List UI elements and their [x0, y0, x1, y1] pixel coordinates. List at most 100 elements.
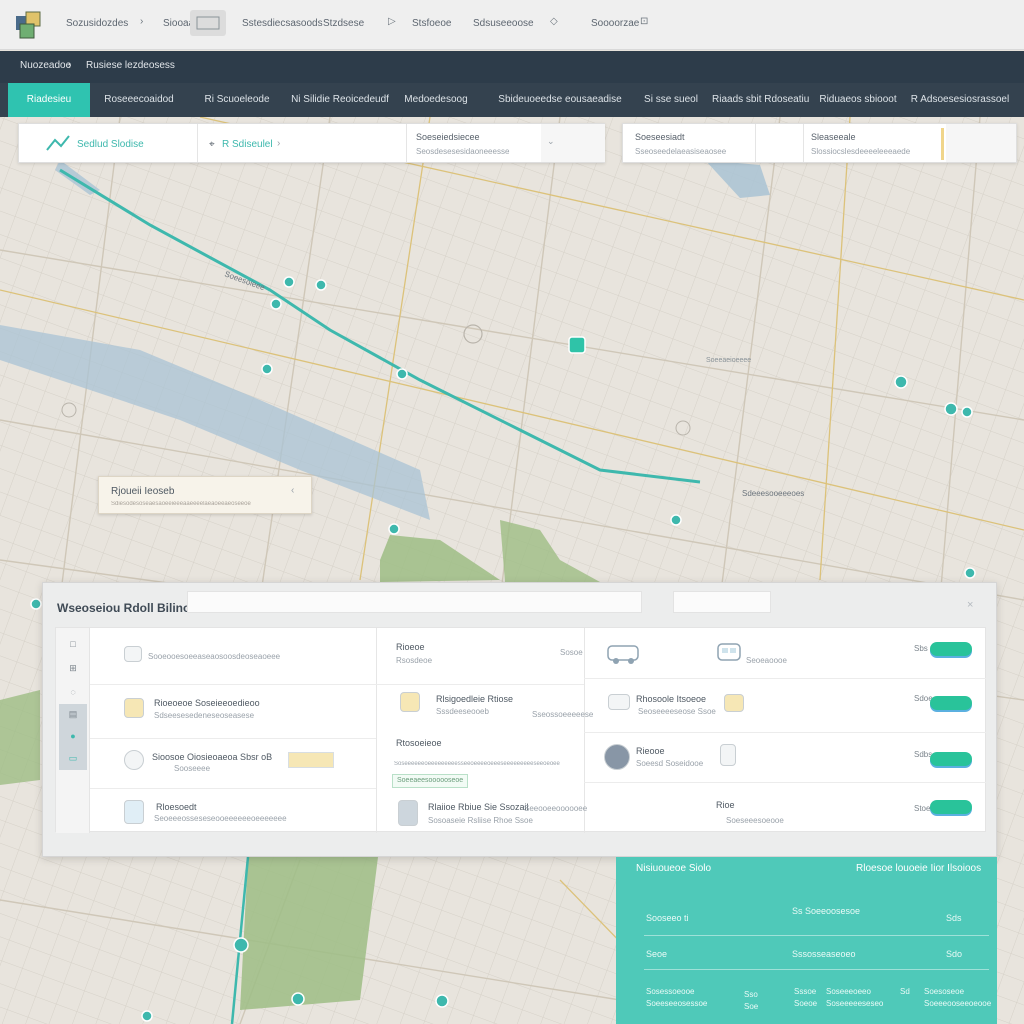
top-menu-item[interactable]: Stsfoeoe	[412, 18, 451, 29]
list-item-title: Rioeoeoe Soseieeoedieoo	[154, 698, 260, 708]
ticket-icon	[124, 698, 144, 718]
list-item-title: Rieooe	[636, 746, 665, 756]
stats-footer-label: Sssoe	[794, 987, 817, 996]
results-search-input[interactable]	[187, 591, 642, 613]
list-item-sub: Sdseesesedeneseoseasese	[154, 711, 255, 720]
date-field-label: Soeseiedsiecee	[416, 132, 480, 142]
route-search-card: Sedlud Slodise ⌖ R Sdiseulel › Soeseieds…	[18, 123, 605, 163]
bus-icon	[607, 645, 639, 664]
stats-row-label: Seoe	[646, 949, 668, 959]
list-item-title: Rtosoeieoe	[396, 738, 442, 748]
play-icon[interactable]: ▷	[388, 16, 396, 27]
window-icon[interactable]: ⊡	[640, 16, 648, 27]
divider	[406, 124, 407, 162]
top-menu-item[interactable]: Soooorzae	[591, 18, 639, 29]
stats-footer-value: Soe	[744, 1002, 759, 1011]
tab[interactable]: Riaads sbit Rdoseatiu	[712, 83, 809, 117]
stats-footer-label: Sd	[900, 987, 910, 996]
swap-icon[interactable]: ›	[277, 138, 280, 149]
tab[interactable]: Ni Silidie Reoicedeudf	[290, 83, 390, 117]
panel-close-icon[interactable]: ×	[967, 599, 973, 611]
divider	[803, 124, 804, 162]
app-logo-icon[interactable]	[14, 10, 44, 40]
list-item-meta: Seeooeeoooooee	[524, 804, 588, 813]
tab[interactable]: R Adsoesesiosrassoel	[908, 83, 1012, 117]
divider	[584, 678, 986, 679]
fare-pill[interactable]	[930, 752, 972, 766]
options-button[interactable]: ⌄	[541, 124, 605, 162]
divider	[90, 684, 376, 685]
top-menu-item[interactable]: Stzdsese	[323, 18, 364, 29]
stats-row-num: Sds	[946, 913, 962, 923]
tab[interactable]: Sbideuoeedse eousaeadise	[495, 83, 625, 117]
tab[interactable]: Riduaeos sbiooot	[818, 83, 898, 117]
train-icon	[717, 643, 741, 661]
list-item-title: Sooeooesoeeaseaosoosdeoseaoeee	[148, 652, 281, 661]
filter-label: Soeseesiadt	[635, 132, 685, 142]
map-callout[interactable]: Rjoueii Ieoseb Sdiesodesoseaesaoeeieeeaa…	[98, 476, 312, 514]
tab[interactable]: Roseeecoaidod	[100, 83, 178, 117]
divider	[584, 732, 986, 733]
stats-row-label: Sooseeo ti	[646, 913, 689, 923]
rail-card-icon[interactable]: ▭	[59, 748, 87, 770]
origin-input[interactable]: Sedlud Slodise	[77, 139, 144, 150]
device-icon	[720, 744, 736, 766]
callout-close-icon[interactable]: ‹	[291, 485, 294, 496]
list-item-sub: Seoeeeosseseseooeeeeeeoeeeeeee	[154, 814, 287, 823]
callout-subtitle: Sdiesodesoseaesaoeeieeeaaeeeelaeaoeeaeos…	[111, 501, 251, 507]
pin-icon: ⌖	[209, 139, 215, 150]
fare-pill[interactable]	[930, 642, 972, 656]
map-view-toggle-button[interactable]	[190, 10, 226, 36]
chevron-right-icon: ›	[140, 16, 144, 27]
list-item-sub: Seoseeeeseose Ssoe	[638, 707, 716, 716]
filter-value[interactable]: Sseoseedelaeasiseaosee	[635, 147, 726, 156]
stats-footer-value: Soeoe	[794, 999, 818, 1008]
divider	[90, 788, 376, 789]
breadcrumb[interactable]: Nuozeadoe	[20, 60, 71, 71]
date-field-value[interactable]: Seosdesesesidaoneeesse	[416, 147, 509, 156]
ticket-icon	[724, 694, 744, 712]
filter-apply-button[interactable]	[946, 124, 1016, 162]
list-item-sub: Sosoaseie Rsliise Rhoe Ssoe	[428, 816, 533, 825]
stats-row-value: Ss Soeeoosesoe	[792, 906, 861, 916]
chevron-right-icon: ›	[68, 60, 72, 71]
tab[interactable]: Ri Scuoeleode	[198, 83, 276, 117]
diamond-icon[interactable]: ◇	[550, 16, 558, 27]
divider	[90, 738, 376, 739]
filter-card: Soeseesiadt Sseoseedelaeasiseaosee Sleas…	[622, 123, 1017, 163]
ticket-icon	[400, 692, 420, 712]
tab[interactable]: Medoedesoog	[400, 83, 472, 117]
stats-footer-label: Sosessoeooe	[646, 987, 695, 996]
rail-circle-icon[interactable]: ◌	[59, 682, 87, 704]
destination-input[interactable]: R Sdiseulel	[222, 139, 273, 150]
divider	[376, 684, 584, 685]
rail-dot-icon[interactable]: ●	[59, 726, 87, 748]
fare-pill[interactable]	[930, 800, 972, 814]
top-menu-item[interactable]: Sdsuseeoose	[473, 18, 534, 29]
stats-header-left: Nisiuoueoe Siolo	[636, 863, 712, 874]
results-panel: Wseoseiou Rdoll Bilinouol × □ ⊞ ◌ ▤ ● ▭ …	[42, 582, 997, 857]
list-item-title: Sioosoe Oiosieoaeoa Sbsr oB	[152, 752, 273, 762]
status-badge: Soeeaeesoooooseoe	[392, 774, 469, 788]
list-item-title: Rloesoedt	[156, 802, 197, 812]
filter-value[interactable]: Slossiocslesdeeeeleeeaede	[811, 147, 910, 156]
rail-grid-icon[interactable]: ⊞	[59, 658, 87, 680]
top-bar: Sozusidozdes › Siooaate Sstesdiecsasoods…	[0, 0, 1024, 50]
fare-pill[interactable]	[930, 696, 972, 710]
rail-table-icon[interactable]: ▤	[59, 704, 87, 726]
divider	[584, 628, 585, 833]
results-filter-input[interactable]	[673, 591, 771, 613]
rail-list-icon[interactable]: □	[59, 634, 87, 656]
list-item-title: Rlaiioe Rbiue Sie Ssozail	[428, 802, 529, 812]
top-menu-item[interactable]: Sozusidozdes	[66, 18, 128, 29]
stats-row-value: Sssosseaseoeo	[792, 949, 856, 959]
top-menu-item[interactable]: Sstesdiecsasoods	[242, 18, 323, 29]
tab[interactable]: Si sse sueol	[640, 83, 702, 117]
stats-header-right: Rloesoe louoeie Iior Ilsoioos	[856, 863, 982, 874]
list-item-sub: Soeesd Soseidooe	[636, 759, 704, 768]
badge-icon	[288, 752, 334, 768]
tab-overview[interactable]: Riadesieu	[8, 83, 90, 117]
breadcrumb-bar: Nuozeadoe › Rusiese lezdeosess	[0, 51, 1024, 83]
map-icon	[196, 16, 220, 30]
panel-rail: □ ⊞ ◌ ▤ ● ▭	[56, 628, 90, 833]
